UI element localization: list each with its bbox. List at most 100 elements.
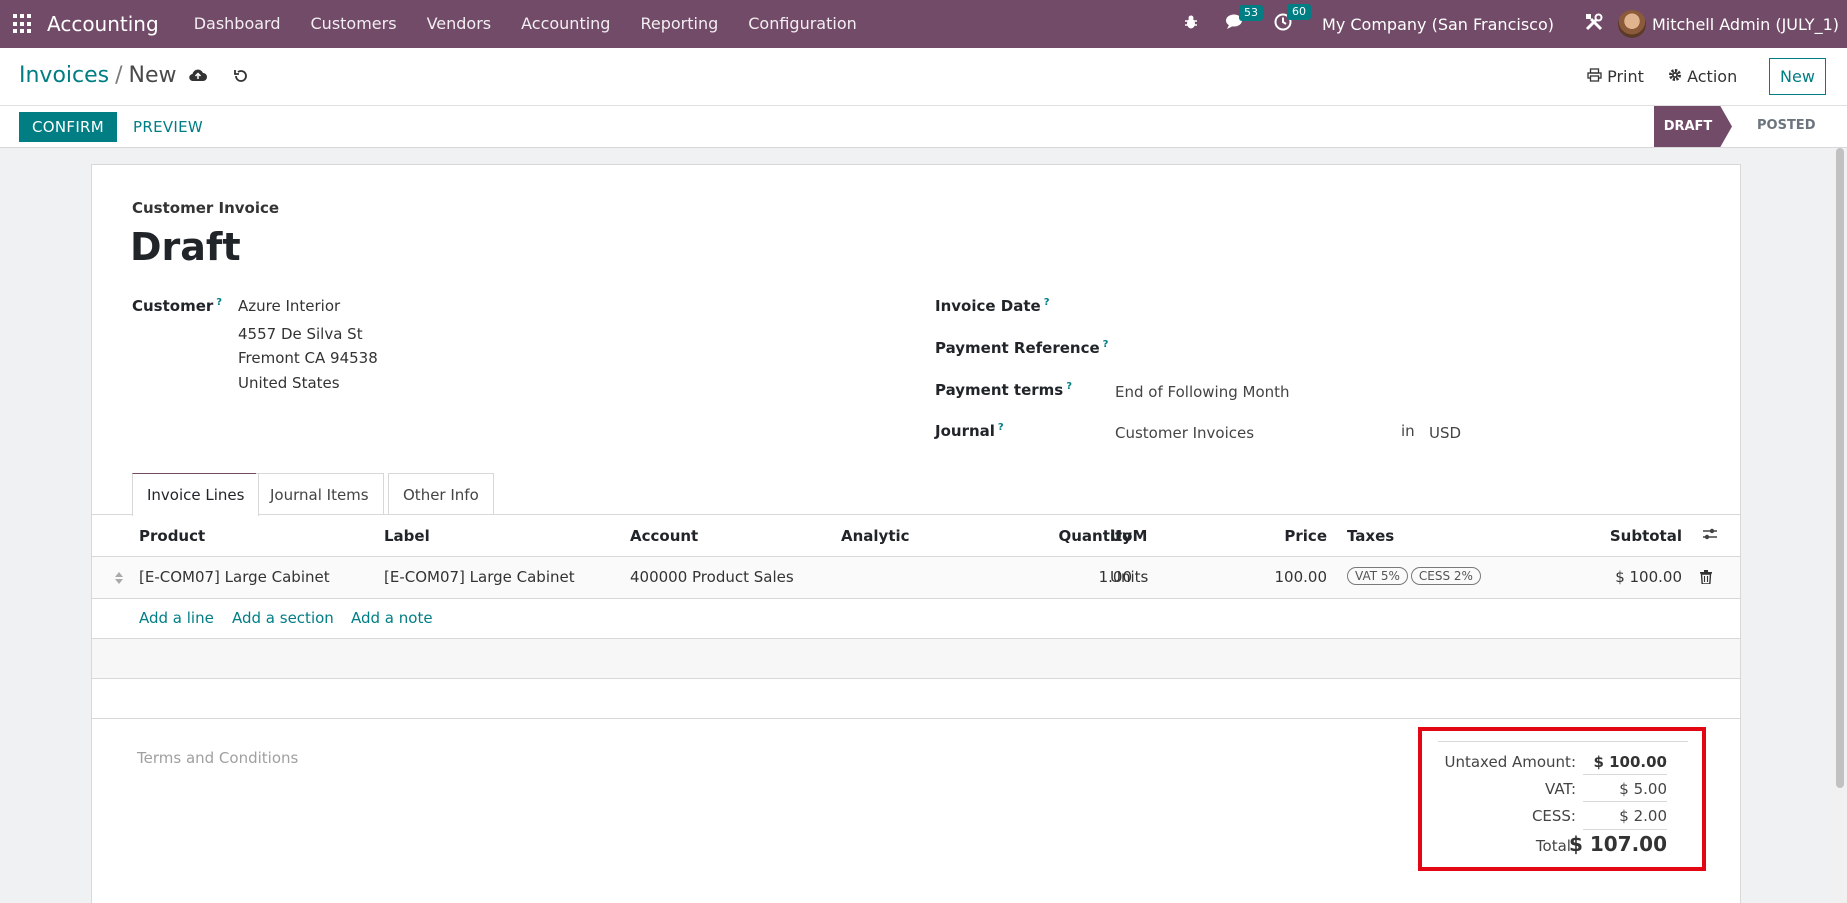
company-switcher[interactable]: My Company (San Francisco): [1322, 15, 1554, 34]
total-value: $ 107.00: [1568, 832, 1667, 856]
add-line-link[interactable]: Add a line: [139, 609, 214, 627]
payment-reference-label: Payment Reference?: [935, 339, 1109, 357]
menu-accounting[interactable]: Accounting: [506, 0, 625, 48]
help-tooltip-icon[interactable]: ?: [216, 297, 222, 308]
tools-icon[interactable]: [1584, 12, 1604, 37]
cell-account[interactable]: 400000 Product Sales: [630, 568, 794, 586]
confirm-button[interactable]: CONFIRM: [19, 112, 117, 142]
journal-field[interactable]: Customer Invoices: [1115, 424, 1254, 442]
payment-terms-label: Payment terms?: [935, 381, 1073, 399]
print-label: Print: [1607, 67, 1644, 86]
add-note-link[interactable]: Add a note: [351, 609, 433, 627]
tab-invoice-lines[interactable]: Invoice Lines: [132, 473, 260, 516]
drag-handle-icon[interactable]: [114, 571, 124, 589]
cell-product[interactable]: [E-COM07] Large Cabinet: [139, 568, 330, 586]
journal-label: Journal?: [935, 422, 1004, 440]
activities-clock-icon[interactable]: 60: [1274, 3, 1312, 36]
currency-field[interactable]: USD: [1429, 424, 1461, 442]
stage-draft[interactable]: DRAFT: [1654, 106, 1732, 147]
invoice-lines-header: Product Label Account Analytic Quantity …: [92, 515, 1740, 557]
new-button[interactable]: New: [1769, 58, 1826, 95]
untaxed-amount-label: Untaxed Amount:: [1444, 753, 1577, 771]
help-tooltip-icon[interactable]: ?: [1044, 297, 1050, 308]
untaxed-amount-value: $ 100.00: [1593, 753, 1667, 771]
help-tooltip-icon[interactable]: ?: [998, 422, 1004, 433]
column-header-uom[interactable]: UoM: [1110, 527, 1147, 545]
payment-reference-input[interactable]: [1115, 335, 1465, 361]
tab-other-info[interactable]: Other Info: [388, 473, 494, 515]
empty-table-row: [92, 639, 1740, 679]
tax-tag[interactable]: CESS 2%: [1410, 567, 1481, 585]
cell-subtotal: $ 100.00: [1615, 568, 1682, 586]
column-header-analytic[interactable]: Analytic: [841, 527, 910, 545]
menu-reporting[interactable]: Reporting: [625, 0, 733, 48]
user-avatar[interactable]: [1617, 10, 1646, 38]
tab-journal-items[interactable]: Journal Items: [256, 473, 384, 515]
menu-vendors[interactable]: Vendors: [412, 0, 507, 48]
delete-trash-icon[interactable]: [1700, 570, 1712, 588]
help-tooltip-icon[interactable]: ?: [1066, 381, 1072, 392]
invoice-form-sheet: Customer Invoice Draft Customer? Azure I…: [91, 164, 1741, 903]
gear-icon: [1669, 69, 1681, 81]
tax-totals-summary: Untaxed Amount: $ 100.00 VAT: $ 5.00 CES…: [1418, 727, 1706, 871]
invoice-date-input[interactable]: [1115, 293, 1465, 319]
tax-tag[interactable]: VAT 5%: [1347, 567, 1408, 585]
save-cloud-icon[interactable]: [188, 68, 208, 86]
discard-undo-icon[interactable]: [233, 65, 249, 89]
column-header-account[interactable]: Account: [630, 527, 698, 545]
cess-label: CESS:: [1531, 807, 1576, 825]
payment-terms-field[interactable]: End of Following Month: [1115, 383, 1290, 401]
activities-count-badge: 60: [1287, 3, 1312, 20]
menu-customers[interactable]: Customers: [296, 0, 412, 48]
optional-columns-settings-icon[interactable]: [1702, 527, 1718, 545]
print-button[interactable]: Print: [1587, 67, 1644, 86]
empty-table-row: [92, 679, 1740, 719]
invoice-date-label: Invoice Date?: [935, 297, 1050, 315]
column-header-label[interactable]: Label: [384, 527, 430, 545]
add-section-link[interactable]: Add a section: [232, 609, 334, 627]
vat-label: VAT:: [1545, 780, 1576, 798]
control-panel: Invoices / New Print Action New: [0, 48, 1847, 106]
column-header-taxes[interactable]: Taxes: [1347, 527, 1394, 545]
table-row[interactable]: [E-COM07] Large Cabinet [E-COM07] Large …: [92, 557, 1740, 599]
menu-configuration[interactable]: Configuration: [733, 0, 872, 48]
help-tooltip-icon[interactable]: ?: [1103, 339, 1109, 350]
scrollbar-thumb[interactable]: [1836, 148, 1844, 788]
add-lines-row: Add a line Add a section Add a note: [92, 599, 1740, 639]
journal-in-label: in: [1401, 422, 1415, 440]
vat-value: $ 5.00: [1619, 780, 1667, 798]
cess-value: $ 2.00: [1619, 807, 1667, 825]
apps-menu-icon[interactable]: [13, 14, 33, 34]
menu-dashboard[interactable]: Dashboard: [179, 0, 296, 48]
customer-name[interactable]: Azure Interior: [238, 297, 340, 315]
action-label: Action: [1687, 67, 1738, 86]
stage-posted[interactable]: POSTED: [1757, 118, 1815, 133]
totals-divider: [1583, 774, 1667, 775]
column-header-product[interactable]: Product: [139, 527, 205, 545]
cell-price[interactable]: 100.00: [1242, 568, 1328, 586]
customer-address-line: Fremont CA 94538: [238, 349, 378, 367]
preview-button[interactable]: PREVIEW: [133, 118, 203, 136]
action-button[interactable]: Action: [1668, 67, 1737, 86]
breadcrumb-invoices[interactable]: Invoices: [19, 63, 109, 88]
column-header-subtotal[interactable]: Subtotal: [1582, 527, 1682, 545]
breadcrumb-separator: /: [115, 63, 123, 88]
cell-label[interactable]: [E-COM07] Large Cabinet: [384, 568, 575, 586]
breadcrumb-current: New: [128, 63, 177, 88]
document-type-label: Customer Invoice: [132, 199, 280, 217]
column-header-price[interactable]: Price: [1242, 527, 1327, 545]
customer-address-line: United States: [238, 374, 340, 392]
customer-label: Customer?: [132, 297, 223, 315]
messages-icon[interactable]: 53: [1226, 4, 1264, 35]
cell-taxes[interactable]: VAT 5% CESS 2%: [1347, 566, 1484, 585]
cell-uom[interactable]: Units: [1110, 568, 1148, 586]
page-scrollbar[interactable]: [1833, 148, 1847, 903]
app-brand[interactable]: Accounting: [47, 12, 159, 36]
breadcrumb: Invoices / New: [19, 63, 177, 88]
messages-count-badge: 53: [1239, 4, 1264, 21]
terms-and-conditions-field[interactable]: Terms and Conditions: [137, 749, 298, 767]
user-menu[interactable]: Mitchell Admin (JULY_1): [1652, 15, 1839, 34]
debug-bug-icon[interactable]: [1184, 14, 1198, 35]
notebook-tabs: Invoice Lines Journal Items Other Info: [92, 473, 1740, 516]
customer-address-line: 4557 De Silva St: [238, 325, 363, 343]
